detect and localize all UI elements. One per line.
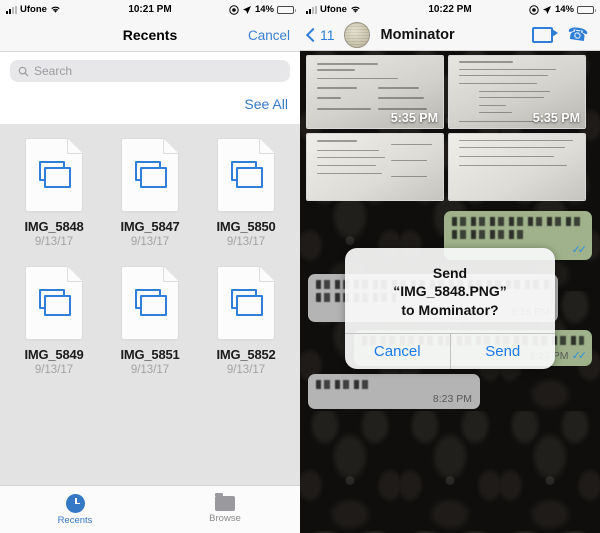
search-section: Search bbox=[0, 52, 300, 92]
battery-icon bbox=[277, 5, 296, 14]
image-document-icon bbox=[121, 138, 179, 212]
alert-send-button[interactable]: Send bbox=[449, 334, 556, 370]
location-arrow-icon bbox=[542, 5, 551, 14]
tab-recents-label: Recents bbox=[57, 514, 93, 526]
file-name: IMG_5852 bbox=[216, 347, 276, 362]
status-bar-left-group: Ufone bbox=[6, 4, 61, 15]
chevron-left-icon bbox=[305, 27, 321, 42]
tab-bar: Recents Browse bbox=[0, 485, 300, 533]
carrier-label: Ufone bbox=[320, 4, 347, 15]
file-item[interactable]: IMG_5851 9/13/17 bbox=[102, 266, 198, 376]
alert-actions: Cancel Send bbox=[345, 333, 556, 370]
carrier-label: Ufone bbox=[20, 4, 47, 15]
file-name: IMG_5850 bbox=[216, 219, 276, 234]
alert-message: Send “IMG_5848.PNG” to Mominator? bbox=[345, 248, 555, 333]
unread-count: 11 bbox=[320, 26, 335, 43]
alert-cancel-button[interactable]: Cancel bbox=[345, 334, 450, 369]
phone-icon[interactable]: ☎ bbox=[566, 24, 590, 46]
file-name: IMG_5849 bbox=[24, 347, 84, 362]
signal-bars-icon bbox=[6, 5, 17, 14]
battery-icon bbox=[577, 5, 596, 14]
file-name: IMG_5847 bbox=[120, 219, 180, 234]
file-item[interactable]: IMG_5849 9/13/17 bbox=[6, 266, 102, 376]
alarm-icon bbox=[529, 4, 539, 15]
status-bar-right-group: 14% bbox=[229, 4, 296, 15]
battery-percent-label: 14% bbox=[554, 4, 574, 15]
image-document-icon bbox=[217, 138, 275, 212]
wifi-icon bbox=[51, 6, 60, 13]
dual-screenshot: Ufone 10:21 PM 14% Recents Cancel Search… bbox=[0, 0, 600, 533]
search-input[interactable]: Search bbox=[10, 60, 290, 82]
files-app-screen: Ufone 10:21 PM 14% Recents Cancel Search… bbox=[0, 0, 300, 533]
avatar[interactable] bbox=[343, 21, 370, 48]
alert-line-2: “IMG_5848.PNG” bbox=[393, 283, 507, 300]
see-all-row: See All bbox=[0, 92, 300, 124]
page-title: Recents bbox=[122, 27, 178, 43]
back-button[interactable]: 11 bbox=[305, 26, 335, 43]
search-placeholder: Search bbox=[34, 64, 73, 78]
status-bar-right: Ufone 10:22 PM 14% bbox=[300, 0, 600, 19]
location-arrow-icon bbox=[242, 5, 251, 14]
file-date: 9/13/17 bbox=[130, 364, 170, 376]
files-nav-bar: Recents Cancel bbox=[0, 19, 300, 52]
tab-recents[interactable]: Recents bbox=[0, 486, 150, 533]
signal-bars-icon bbox=[306, 5, 317, 14]
file-grid: IMG_5848 9/13/17 IMG_5847 9/13/17 IMG_58… bbox=[0, 124, 300, 376]
chat-message-list[interactable]: 5:35 PM 5:35 PM ✓✓ PM ✓✓ 8:23 PM Send “I… bbox=[300, 51, 600, 533]
folder-icon bbox=[215, 492, 235, 511]
image-document-icon bbox=[121, 266, 179, 340]
alert-line-3: to Mominator? bbox=[401, 301, 499, 318]
send-confirmation-alert: Send “IMG_5848.PNG” to Mominator? Cancel… bbox=[345, 248, 556, 370]
clock-icon bbox=[65, 493, 85, 513]
file-item[interactable]: IMG_5850 9/13/17 bbox=[198, 138, 294, 248]
file-date: 9/13/17 bbox=[34, 364, 74, 376]
tab-browse-label: Browse bbox=[209, 512, 241, 524]
file-date: 9/13/17 bbox=[226, 236, 266, 248]
see-all-button[interactable]: See All bbox=[244, 96, 288, 112]
file-name: IMG_5851 bbox=[120, 347, 180, 362]
video-camera-icon[interactable] bbox=[531, 26, 558, 43]
file-date: 9/13/17 bbox=[34, 236, 74, 248]
file-item[interactable]: IMG_5848 9/13/17 bbox=[6, 138, 102, 248]
file-name: IMG_5848 bbox=[24, 219, 84, 234]
tab-browse[interactable]: Browse bbox=[150, 486, 300, 533]
search-icon bbox=[18, 66, 29, 77]
chat-nav-bar: 11 Mominator ☎ bbox=[300, 19, 600, 51]
alert-overlay: Send “IMG_5848.PNG” to Mominator? Cancel… bbox=[300, 51, 600, 533]
status-bar-right-group: 14% bbox=[529, 4, 596, 15]
file-date: 9/13/17 bbox=[226, 364, 266, 376]
alarm-icon bbox=[229, 4, 239, 15]
file-item[interactable]: IMG_5852 9/13/17 bbox=[198, 266, 294, 376]
file-item[interactable]: IMG_5847 9/13/17 bbox=[102, 138, 198, 248]
image-document-icon bbox=[25, 266, 83, 340]
status-bar-left-group: Ufone bbox=[306, 4, 361, 15]
cancel-button[interactable]: Cancel bbox=[248, 28, 290, 43]
chat-app-screen: Ufone 10:22 PM 14% 11 Mominator ☎ 5:35 P… bbox=[300, 0, 600, 533]
nav-actions: ☎ bbox=[531, 24, 592, 46]
battery-percent-label: 14% bbox=[254, 4, 274, 15]
image-document-icon bbox=[217, 266, 275, 340]
file-date: 9/13/17 bbox=[130, 236, 170, 248]
wifi-icon bbox=[351, 6, 360, 13]
alert-line-1: Send bbox=[432, 265, 468, 281]
contact-name[interactable]: Mominator bbox=[381, 27, 455, 43]
status-bar-left: Ufone 10:21 PM 14% bbox=[0, 0, 300, 19]
image-document-icon bbox=[25, 138, 83, 212]
